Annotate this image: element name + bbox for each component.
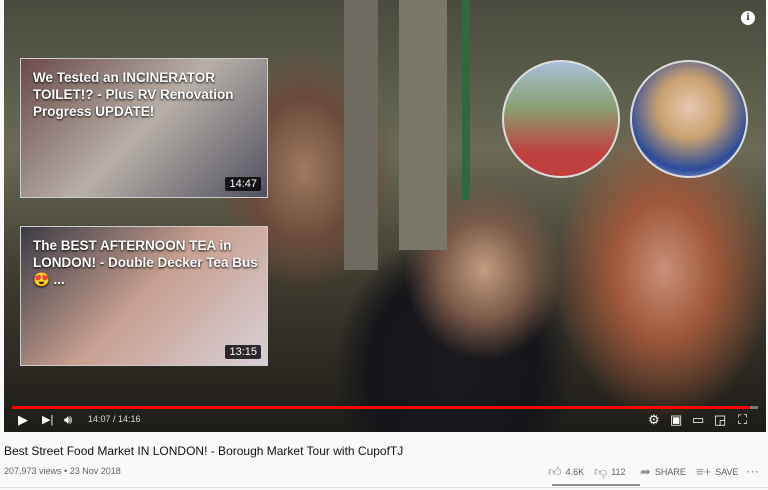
like-button[interactable]: 👍︎ 4.6K <box>548 464 584 480</box>
settings-icon[interactable]: ⚙ <box>648 412 660 428</box>
save-label: SAVE <box>715 466 739 477</box>
progress-bar[interactable] <box>12 406 758 409</box>
end-screen-video-card[interactable]: The BEST AFTERNOON TEA in LONDON! - Doub… <box>20 226 268 366</box>
background-pillar <box>462 0 470 200</box>
card-duration: 13:15 <box>225 345 261 359</box>
thumbs-down-icon: 👎︎ <box>594 464 608 479</box>
divider <box>0 487 768 488</box>
play-icon[interactable]: ▶ <box>18 412 28 428</box>
share-label: SHARE <box>654 467 686 477</box>
share-button[interactable]: ➦ SHARE <box>640 464 686 480</box>
end-screen-channel-avatar[interactable] <box>630 60 748 178</box>
share-icon: ➦ <box>640 464 651 479</box>
progress-fill <box>12 406 750 409</box>
card-title: We Tested an INCINERATOR TOILET!? - Plus… <box>33 70 234 119</box>
video-player[interactable]: We Tested an INCINERATOR TOILET!? - Plus… <box>4 0 766 432</box>
volume-icon[interactable]: 🔊︎ <box>64 412 72 428</box>
playlist-add-icon: ≡+ <box>696 464 712 479</box>
next-icon[interactable]: ▶| <box>42 412 53 428</box>
video-meta: 207,973 views • 23 Nov 2018 <box>4 466 121 476</box>
info-icon[interactable]: i <box>741 11 755 25</box>
miniplayer-icon[interactable]: ▣ <box>670 412 682 428</box>
like-count: 4.6K <box>565 467 585 477</box>
background-pillar <box>344 0 378 270</box>
card-duration: 14:47 <box>225 177 261 191</box>
time-display: 14:07 / 14:16 <box>88 414 141 424</box>
cast-icon[interactable]: ◲ <box>714 412 726 428</box>
end-screen-video-card[interactable]: We Tested an INCINERATOR TOILET!? - Plus… <box>20 58 268 198</box>
fullscreen-icon[interactable]: ⛶ <box>738 412 747 428</box>
save-button[interactable]: ≡+ SAVE <box>696 464 739 479</box>
thumbs-up-icon: 👍︎ <box>548 464 562 479</box>
dislike-button[interactable]: 👎︎ 112 <box>594 464 626 480</box>
theater-mode-icon[interactable]: ▭ <box>692 412 704 428</box>
background-pillar <box>399 0 447 250</box>
video-title: Best Street Food Market IN LONDON! - Bor… <box>4 444 404 458</box>
more-actions-button[interactable]: ⋯ <box>746 464 759 480</box>
end-screen-channel-avatar[interactable] <box>502 60 620 178</box>
card-title: The BEST AFTERNOON TEA in LONDON! - Doub… <box>33 238 258 287</box>
dislike-count: 112 <box>611 467 626 477</box>
more-icon: ⋯ <box>746 464 759 479</box>
sentiment-bar <box>552 484 640 486</box>
